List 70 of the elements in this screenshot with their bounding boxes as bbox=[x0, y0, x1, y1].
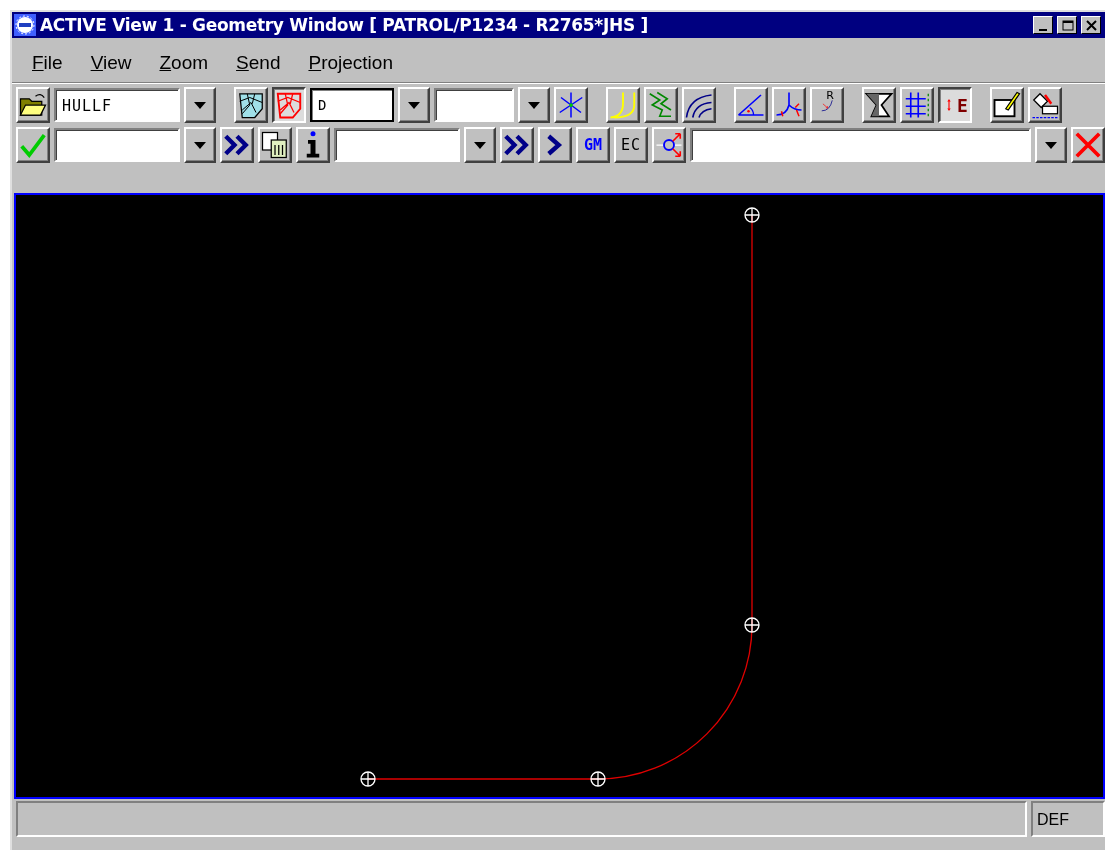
text-field[interactable]: D bbox=[310, 88, 394, 122]
mesh-icon bbox=[274, 90, 304, 120]
forward-button[interactable] bbox=[220, 127, 254, 163]
caret-icon bbox=[194, 141, 206, 149]
funnel-icon bbox=[864, 90, 894, 120]
minimize-button[interactable] bbox=[1033, 16, 1053, 34]
gm-button[interactable]: GM bbox=[576, 127, 610, 163]
text-field[interactable] bbox=[334, 128, 460, 162]
menu-item[interactable]: Projection bbox=[308, 52, 393, 74]
copy-icon bbox=[260, 130, 290, 160]
curve-button[interactable] bbox=[606, 87, 640, 123]
close-icon bbox=[1084, 18, 1098, 32]
menu-item[interactable]: Send bbox=[236, 52, 281, 74]
dropdown-button[interactable] bbox=[184, 87, 216, 123]
ec-button[interactable]: EC bbox=[614, 127, 648, 163]
point-marker[interactable] bbox=[744, 207, 760, 223]
radius-button[interactable]: R bbox=[810, 87, 844, 123]
node-arrows-icon bbox=[654, 130, 684, 160]
text-field[interactable] bbox=[54, 128, 180, 162]
cancel-button[interactable] bbox=[1071, 127, 1105, 163]
point-marker[interactable] bbox=[744, 617, 760, 633]
dropdown-button[interactable] bbox=[518, 87, 550, 123]
dropdown-button[interactable] bbox=[398, 87, 430, 123]
status-mode: DEF bbox=[1031, 801, 1105, 837]
curves-icon bbox=[608, 90, 638, 120]
window-title: ACTIVE View 1 - Geometry Window [ PATROL/P1234 - R2765*JHS ] bbox=[40, 15, 649, 35]
menu-item[interactable]: Zoom bbox=[159, 52, 209, 74]
copy-button[interactable] bbox=[258, 127, 292, 163]
close-icon bbox=[1073, 130, 1103, 160]
note-button[interactable] bbox=[990, 87, 1024, 123]
dropdown-button[interactable] bbox=[184, 127, 216, 163]
next-button[interactable] bbox=[538, 127, 572, 163]
radius-arc-icon bbox=[820, 98, 834, 112]
dropdown-button[interactable] bbox=[1035, 127, 1067, 163]
menu-item[interactable]: File bbox=[32, 52, 63, 74]
curve-button[interactable] bbox=[644, 87, 678, 123]
point-marker[interactable] bbox=[590, 771, 606, 787]
app-logo-icon bbox=[14, 14, 36, 36]
mesh-icon bbox=[236, 90, 266, 120]
grid-button[interactable] bbox=[900, 87, 934, 123]
close-button[interactable] bbox=[1081, 16, 1101, 34]
point-marker[interactable] bbox=[360, 771, 376, 787]
forward-button[interactable] bbox=[500, 127, 534, 163]
intersection-button[interactable] bbox=[554, 87, 588, 123]
maximize-icon bbox=[1060, 18, 1074, 32]
text-field[interactable] bbox=[434, 88, 514, 122]
accept-button[interactable] bbox=[16, 127, 50, 163]
note-pencil-icon bbox=[992, 90, 1022, 120]
caret-icon bbox=[474, 141, 486, 149]
maximize-button[interactable] bbox=[1057, 16, 1077, 34]
open-button[interactable] bbox=[16, 87, 50, 123]
curve-button[interactable] bbox=[682, 87, 716, 123]
caret-icon bbox=[408, 101, 420, 109]
edit-mode-button[interactable]: E bbox=[938, 87, 972, 123]
minimize-icon bbox=[1039, 28, 1047, 31]
erase-button[interactable] bbox=[1028, 87, 1062, 123]
caret-icon bbox=[1045, 141, 1057, 149]
text-field[interactable]: HULLF bbox=[54, 88, 180, 122]
text-field[interactable] bbox=[690, 128, 1031, 162]
angle-button[interactable] bbox=[734, 87, 768, 123]
info-button[interactable] bbox=[296, 127, 330, 163]
filter-button[interactable] bbox=[862, 87, 896, 123]
menu-item[interactable]: View bbox=[90, 52, 132, 74]
node-button[interactable] bbox=[652, 127, 686, 163]
caret-icon bbox=[194, 101, 206, 109]
surface-button[interactable] bbox=[272, 87, 306, 123]
branch-button[interactable] bbox=[772, 87, 806, 123]
caret-icon bbox=[528, 101, 540, 109]
eraser-icon bbox=[1030, 90, 1060, 120]
dropdown-button[interactable] bbox=[464, 127, 496, 163]
